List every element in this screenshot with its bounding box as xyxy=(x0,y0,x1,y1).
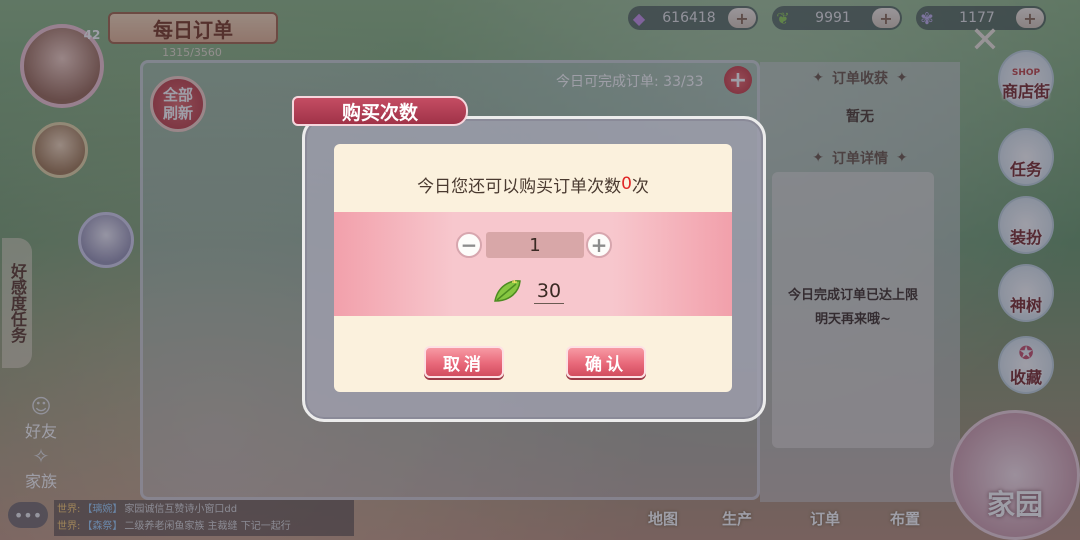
quantity-band xyxy=(334,212,732,316)
leaf-icon xyxy=(490,276,524,306)
purchase-dialog-title: 购买次数 xyxy=(292,96,468,126)
increase-quantity-button[interactable]: + xyxy=(586,232,612,258)
leaf-svg xyxy=(494,279,521,302)
cancel-button[interactable]: 取消 xyxy=(424,346,504,378)
prompt-suffix: 次 xyxy=(631,176,649,197)
cost-value: 30 xyxy=(534,278,564,304)
purchase-remaining-text: 今日您还可以购买订单次数 0 次 xyxy=(334,172,732,197)
decrease-quantity-button[interactable]: − xyxy=(456,232,482,258)
quantity-field[interactable]: 1 xyxy=(486,232,584,258)
remaining-count: 0 xyxy=(621,174,632,194)
prompt-prefix: 今日您还可以购买订单次数 xyxy=(417,176,622,197)
confirm-button[interactable]: 确认 xyxy=(566,346,646,378)
